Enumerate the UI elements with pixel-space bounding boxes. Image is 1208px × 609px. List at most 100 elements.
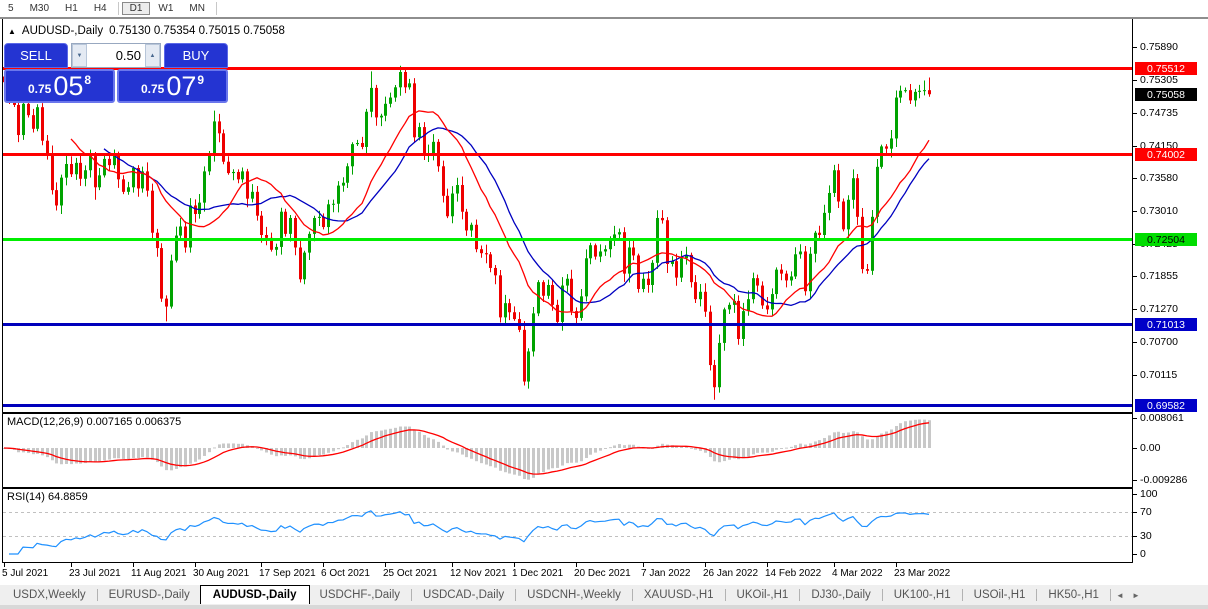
- date-axis-tick: [767, 563, 768, 567]
- date-axis-label: 12 Nov 2021: [450, 568, 507, 579]
- volume-decrease-button[interactable]: ▼: [72, 44, 87, 67]
- tab-uk100-h1[interactable]: UK100-,H1: [884, 587, 961, 603]
- macd-values: 0.007165 0.006375: [86, 416, 181, 428]
- tab-separator: [97, 589, 98, 601]
- timeframe-button-m30[interactable]: M30: [22, 2, 57, 15]
- up-arrow-icon: ▲: [150, 53, 156, 59]
- tab-separator: [1110, 589, 1111, 601]
- rsi-label: RSI(14) 64.8859: [7, 491, 88, 503]
- timeframe-button-d1[interactable]: D1: [122, 2, 151, 15]
- date-axis-tick: [896, 563, 897, 567]
- macd-axis-tick: [1133, 448, 1137, 449]
- date-axis-label: 20 Dec 2021: [574, 568, 631, 579]
- sell-price-prefix: 0.75: [28, 82, 51, 96]
- sell-price-pips: 05: [53, 73, 83, 99]
- tab-separator: [725, 589, 726, 601]
- date-axis-label: 11 Aug 2021: [131, 568, 186, 579]
- rsi-axis-tick: [1133, 494, 1137, 495]
- date-axis-tick: [4, 563, 5, 567]
- macd-axis-tick: [1133, 480, 1137, 481]
- sell-price[interactable]: 0.75058: [4, 69, 115, 103]
- tab-separator: [515, 589, 516, 601]
- tab-usdx-weekly[interactable]: USDX,Weekly: [3, 587, 96, 603]
- volume-value[interactable]: 0.50: [87, 44, 145, 67]
- tab-dj30-daily[interactable]: DJ30-,Daily: [801, 587, 880, 603]
- buy-price[interactable]: 0.75079: [117, 69, 228, 103]
- price-badge-074002: 0.74002: [1135, 148, 1197, 161]
- price-axis-tick: [1133, 47, 1137, 48]
- price-axis-tick: [1133, 276, 1137, 277]
- rsi-axis-label: 30: [1140, 530, 1152, 542]
- macd-axis-label: -0.009286: [1140, 474, 1187, 486]
- date-axis-label: 6 Oct 2021: [321, 568, 370, 579]
- price-axis-label: 0.73010: [1140, 205, 1178, 217]
- collapse-panel-icon[interactable]: ▲: [8, 26, 16, 37]
- down-arrow-icon: ▼: [77, 53, 83, 59]
- tab-scroll-right-icon[interactable]: ►: [1128, 591, 1144, 600]
- price-axis-label: 0.75890: [1140, 41, 1178, 53]
- chart-symbol-label: AUDUSD-,Daily: [22, 25, 103, 37]
- buy-button[interactable]: BUY: [164, 43, 228, 68]
- date-axis-tick: [71, 563, 72, 567]
- date-axis-tick: [261, 563, 262, 567]
- tab-usoil-h1[interactable]: USOil-,H1: [964, 587, 1036, 603]
- rsi-axis-label: 70: [1140, 506, 1152, 518]
- buy-price-pips: 07: [166, 73, 196, 99]
- date-axis-label: 23 Mar 2022: [894, 568, 950, 579]
- rsi-values: 64.8859: [48, 491, 88, 503]
- tab-audusd-daily[interactable]: AUDUSD-,Daily: [200, 585, 310, 604]
- date-axis-label: 4 Mar 2022: [832, 568, 883, 579]
- date-axis-label: 17 Sep 2021: [259, 568, 316, 579]
- tab-usdcnh-weekly[interactable]: USDCNH-,Weekly: [517, 587, 631, 603]
- timeframe-button-h1[interactable]: H1: [57, 2, 86, 15]
- tab-separator: [411, 589, 412, 601]
- timeframe-button-h4[interactable]: H4: [86, 2, 115, 15]
- date-axis-tick: [133, 563, 134, 567]
- toolbar-separator: [216, 2, 217, 15]
- tab-xauusd-h1[interactable]: XAUUSD-,H1: [634, 587, 724, 603]
- chart-title: ▲ AUDUSD-,Daily 0.75130 0.75354 0.75015 …: [8, 25, 285, 37]
- rsi-axis-label: 100: [1140, 488, 1158, 500]
- price-badge-075512: 0.75512: [1135, 62, 1197, 75]
- price-axis-tick: [1133, 146, 1137, 147]
- rsi-axis-tick: [1133, 536, 1137, 537]
- price-axis-label: 0.73580: [1140, 172, 1178, 184]
- price-axis-tick: [1133, 211, 1137, 212]
- timeframe-button-5[interactable]: 5: [0, 2, 22, 15]
- rsi-indicator-canvas[interactable]: [2, 488, 1133, 563]
- price-axis-label: 0.74735: [1140, 107, 1178, 119]
- chart-tab-bar: USDX,WeeklyEURUSD-,DailyAUDUSD-,DailyUSD…: [0, 584, 1208, 605]
- date-axis-tick: [514, 563, 515, 567]
- price-axis-label: 0.71855: [1140, 270, 1178, 282]
- timeframe-button-mn[interactable]: MN: [181, 2, 213, 15]
- date-axis-tick: [195, 563, 196, 567]
- tab-separator: [882, 589, 883, 601]
- price-axis-tick: [1133, 113, 1137, 114]
- date-axis-tick: [705, 563, 706, 567]
- tab-scroll-left-icon[interactable]: ◄: [1112, 591, 1128, 600]
- rsi-axis-label: 0: [1140, 548, 1146, 560]
- volume-spinner: ▼ 0.50 ▲: [71, 43, 161, 68]
- date-axis-label: 14 Feb 2022: [765, 568, 821, 579]
- trading-terminal-window: 5M30H1H4 D1W1MN ▲ AUDUSD-,Daily 0.75130 0…: [0, 0, 1208, 609]
- date-axis-tick: [834, 563, 835, 567]
- one-click-trading-panel: SELL ▼ 0.50 ▲ BUY 0.75058 0.75079: [4, 43, 228, 103]
- date-axis-label: 5 Jul 2021: [2, 568, 48, 579]
- price-badge-075058: 0.75058: [1135, 88, 1197, 101]
- timeframe-button-w1[interactable]: W1: [150, 2, 181, 15]
- sell-button[interactable]: SELL: [4, 43, 68, 68]
- tab-usdchf-daily[interactable]: USDCHF-,Daily: [310, 587, 411, 603]
- price-axis-tick: [1133, 80, 1137, 81]
- tab-separator: [632, 589, 633, 601]
- timeframe-toolbar: 5M30H1H4 D1W1MN: [0, 0, 1208, 19]
- volume-increase-button[interactable]: ▲: [145, 44, 160, 67]
- tab-usdcad-daily[interactable]: USDCAD-,Daily: [413, 587, 514, 603]
- buy-price-prefix: 0.75: [141, 82, 164, 96]
- price-axis-tick: [1133, 375, 1137, 376]
- date-axis-tick: [576, 563, 577, 567]
- tab-separator: [962, 589, 963, 601]
- tab-hk50-h1[interactable]: HK50-,H1: [1038, 587, 1109, 603]
- tab-eurusd-daily[interactable]: EURUSD-,Daily: [99, 587, 200, 603]
- tab-ukoil-h1[interactable]: UKOil-,H1: [727, 587, 799, 603]
- price-axis-label: 0.70700: [1140, 336, 1178, 348]
